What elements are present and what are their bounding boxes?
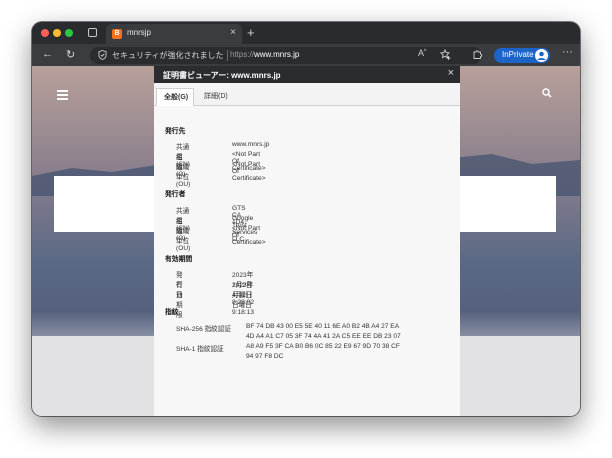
security-status-text[interactable]: セキュリティが強化されました xyxy=(112,50,224,61)
sha1-value-line1: A8 A9 F5 3F CA B0 B6 0C 85 22 E9 67 9D 7… xyxy=(246,343,400,350)
url-host[interactable]: www.mnrs.jp xyxy=(254,50,299,59)
inprivate-button[interactable]: InPrivate xyxy=(494,48,550,63)
address-separator xyxy=(227,50,228,61)
issued-to-ou-value: <Not Part Of Certificate> xyxy=(232,161,266,182)
issued-to-cn-value: www.mnrs.jp xyxy=(232,141,270,148)
minimize-window-button[interactable] xyxy=(53,29,61,37)
issued-to-heading: 発行先 xyxy=(165,128,186,135)
sha256-value-line1: BF 74 DB 43 00 E5 5E 40 11 6E A0 B2 4B A… xyxy=(246,323,400,330)
dialog-tabs: 全般(G) 詳細(D) xyxy=(154,83,460,106)
issued-by-ou-label: 組織単位 (OU) xyxy=(176,228,191,252)
more-options-icon[interactable]: ··· xyxy=(562,46,573,58)
tab-close-icon[interactable]: × xyxy=(230,27,236,38)
menu-icon[interactable] xyxy=(57,90,68,102)
dialog-close-icon[interactable]: × xyxy=(448,67,454,79)
validity-heading: 有効期間 xyxy=(165,256,193,263)
blogger-favicon-icon: B xyxy=(112,29,122,39)
add-favorite-icon[interactable] xyxy=(440,49,451,60)
read-aloud-icon[interactable]: Aᴬ xyxy=(418,48,426,58)
certificate-viewer-dialog: 証明書ビューアー: www.mnrs.jp × 全般(G) 詳細(D) 発行先 … xyxy=(154,66,460,416)
close-window-button[interactable] xyxy=(41,29,49,37)
dialog-title: 証明書ビューアー: www.mnrs.jp xyxy=(163,71,281,80)
sha256-label: SHA-256 指紋認証 xyxy=(176,326,231,333)
shield-lock-icon[interactable] xyxy=(98,50,107,60)
url-scheme[interactable]: https:// xyxy=(230,50,254,59)
search-icon[interactable] xyxy=(542,88,552,98)
issued-to-ou-label: 組織単位 (OU) xyxy=(176,164,191,188)
tab-general[interactable]: 全般(G) xyxy=(156,88,194,106)
sha1-value-line2: 94 97 F8 DC xyxy=(246,353,284,360)
fingerprints-heading: 指紋 xyxy=(165,309,179,316)
new-tab-button[interactable]: + xyxy=(247,25,255,40)
browser-toolbar: ← ↻ セキュリティが強化されました https:// www.mnrs.jp … xyxy=(32,44,580,66)
tab-title: mnrsjp xyxy=(127,28,152,37)
sha256-value-line2: 4D A4 A1 C7 05 3F 74 4A 41 2A C5 EE EE D… xyxy=(246,333,401,340)
title-bar: B mnrsjp × + xyxy=(32,22,580,44)
tab-actions-icon[interactable] xyxy=(88,28,97,37)
extensions-icon[interactable] xyxy=(472,49,483,60)
browser-tab[interactable]: B mnrsjp × xyxy=(106,24,242,44)
reload-button[interactable]: ↻ xyxy=(66,48,75,61)
issued-by-heading: 発行者 xyxy=(165,191,186,198)
browser-window: B mnrsjp × + ← ↻ セキュリティが強化されました https://… xyxy=(32,22,580,416)
back-button[interactable]: ← xyxy=(42,48,53,60)
dialog-header: 証明書ビューアー: www.mnrs.jp × xyxy=(154,66,460,83)
sha1-label: SHA-1 指紋認証 xyxy=(176,346,224,353)
expires-on-value: 2023年4月2日日曜日 9:18:13 xyxy=(232,282,254,316)
issued-by-ou-value: <Not Part Of Certificate> xyxy=(232,225,266,246)
profile-avatar-icon xyxy=(535,49,548,62)
tab-details[interactable]: 詳細(D) xyxy=(204,91,228,101)
maximize-window-button[interactable] xyxy=(65,29,73,37)
inprivate-label: InPrivate xyxy=(502,50,534,59)
